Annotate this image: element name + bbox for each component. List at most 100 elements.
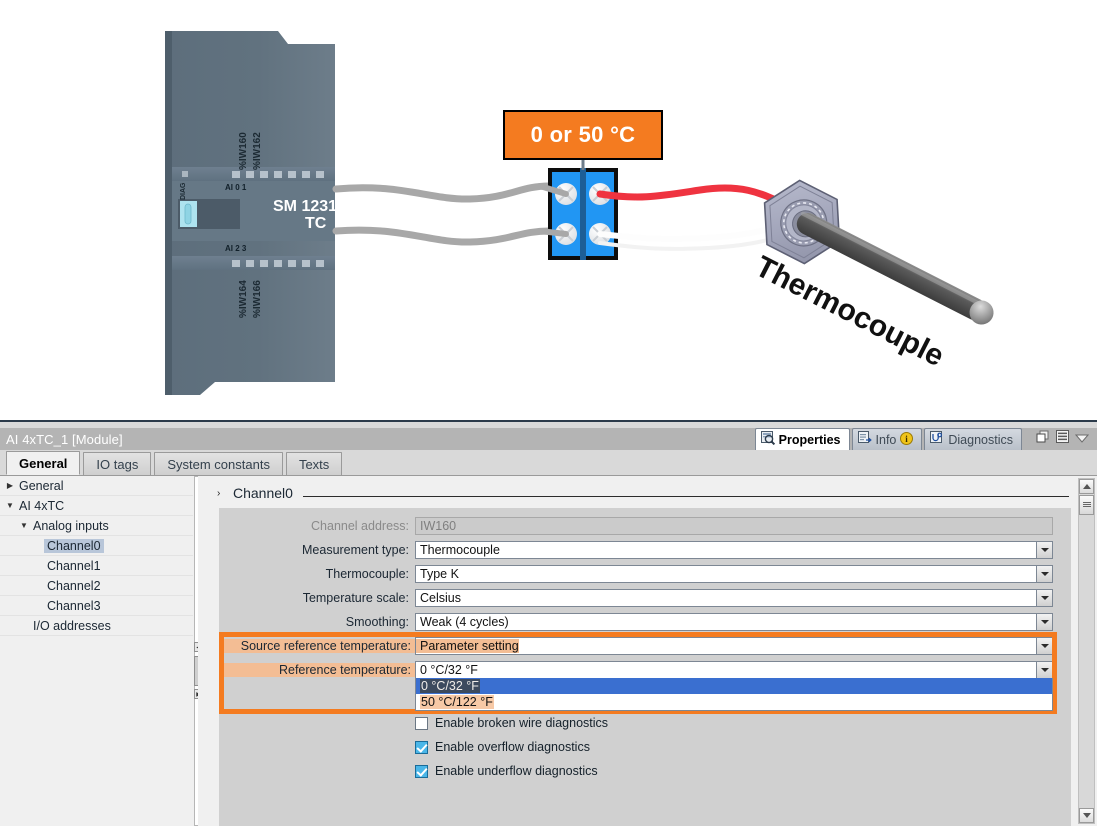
tree-item-ai-4xtc[interactable]: ▼ AI 4xTC	[0, 496, 193, 516]
reference-temperature-listbox[interactable]: 0 °C/32 °F 50 °C/122 °F	[415, 678, 1053, 711]
listbox-option-0[interactable]: 0 °C/32 °F	[416, 678, 1052, 694]
chevron-down-icon[interactable]	[1036, 638, 1052, 654]
tree-item-label: Analog inputs	[33, 518, 109, 533]
section-expander-icon[interactable]: ›	[217, 488, 233, 499]
tab-texts-label: Texts	[298, 456, 330, 472]
checkbox-broken-wire-diagnostics[interactable]: Enable broken wire diagnostics	[415, 713, 608, 733]
tree-item-channel2[interactable]: Channel2	[0, 576, 193, 596]
tree-item-channel3[interactable]: Channel3	[0, 596, 193, 616]
tree-item-channel0[interactable]: Channel0	[0, 536, 193, 556]
chevron-down-icon[interactable]	[1036, 590, 1052, 606]
tab-info-label: Info	[875, 432, 897, 447]
module-address-iw166: %IW166	[252, 280, 263, 318]
scrollbar-thumb[interactable]	[1079, 495, 1094, 515]
diagnostics-icon	[930, 431, 944, 448]
thermocouple-select[interactable]: Type K	[415, 565, 1053, 583]
tree-item-label: General	[19, 478, 64, 493]
scroll-down-icon[interactable]	[1079, 808, 1094, 823]
field-label: Smoothing:	[345, 615, 409, 629]
listbox-option-label: 0 °C/32 °F	[420, 679, 480, 693]
smoothing-select[interactable]: Weak (4 cycles)	[415, 613, 1053, 631]
tree-item-channel1[interactable]: Channel1	[0, 556, 193, 576]
tree-item-general[interactable]: ▶ General	[0, 476, 193, 496]
tab-properties-label: Properties	[778, 432, 841, 447]
temperature-callout: 0 or 50 °C	[503, 110, 663, 160]
tree-item-analog-inputs[interactable]: ▼ Analog inputs	[0, 516, 193, 536]
settings-form: Channel address: IW160 Measurement type:…	[219, 508, 1071, 826]
dock-tab-bar: Properties Info i Diagnostics	[754, 422, 1097, 450]
tab-properties[interactable]: Properties	[754, 428, 850, 450]
field-source-reference-temperature: Source reference temperature: Parameter …	[219, 636, 1057, 656]
tree-item-io-addresses[interactable]: I/O addresses	[0, 616, 193, 636]
field-smoothing: Smoothing: Weak (4 cycles)	[219, 612, 1057, 632]
checkbox-box[interactable]	[415, 764, 428, 778]
tab-diagnostics[interactable]: Diagnostics	[924, 428, 1022, 450]
tab-general-label: General	[19, 455, 68, 471]
navigation-tree: ▶ General ▼ AI 4xTC ▼ Analog inputs Chan…	[0, 476, 194, 826]
tab-system-constants[interactable]: System constants	[154, 452, 283, 475]
scroll-up-icon[interactable]	[1079, 479, 1094, 494]
temperature-scale-select[interactable]: Celsius	[415, 589, 1053, 607]
checkbox-box[interactable]	[415, 740, 428, 754]
section-title: Channel0	[233, 485, 293, 501]
checkbox-box[interactable]	[415, 716, 428, 730]
chevron-down-icon[interactable]	[1036, 662, 1052, 678]
module-address-iw162: %IW162	[252, 132, 263, 170]
field-value: Weak (4 cycles)	[420, 615, 509, 629]
tree-item-label: AI 4xTC	[19, 498, 65, 513]
section-rule	[302, 495, 1069, 497]
expander-icon[interactable]: ▼	[18, 521, 30, 530]
module-name-label: SM 1231	[273, 198, 338, 215]
measurement-type-select[interactable]: Thermocouple	[415, 541, 1053, 559]
listbox-option-label: 50 °C/122 °F	[420, 695, 494, 709]
module-subtitle-label: TC	[305, 215, 327, 232]
chevron-down-icon[interactable]	[1036, 566, 1052, 582]
tab-info[interactable]: Info i	[851, 428, 923, 450]
field-label: Thermocouple:	[325, 567, 409, 581]
listbox-option-1[interactable]: 50 °C/122 °F	[416, 694, 1052, 710]
panel-body: ▶ General ▼ AI 4xTC ▼ Analog inputs Chan…	[0, 476, 1097, 826]
checkbox-overflow-diagnostics[interactable]: Enable overflow diagnostics	[415, 737, 590, 757]
expander-icon[interactable]: ▼	[4, 501, 16, 510]
module-diag-label: DIAG	[180, 182, 187, 201]
field-temperature-scale: Temperature scale: Celsius	[219, 588, 1057, 608]
field-thermocouple: Thermocouple: Type K	[219, 564, 1057, 584]
field-value: Thermocouple	[420, 543, 500, 557]
page-title: AI 4xTC_1 [Module]	[6, 431, 123, 447]
field-value: 0 °C/32 °F	[420, 663, 478, 677]
tab-general[interactable]: General	[6, 451, 81, 475]
checkbox-label: Enable underflow diagnostics	[435, 764, 598, 778]
checkbox-underflow-diagnostics[interactable]: Enable underflow diagnostics	[415, 761, 598, 781]
restore-icon[interactable]	[1036, 430, 1050, 449]
module-ai-top-label: AI 0 1	[225, 183, 247, 192]
content-scrollbar[interactable]	[1078, 478, 1095, 824]
field-value: IW160	[420, 519, 457, 533]
field-label: Reference temperature:	[219, 663, 415, 677]
expander-icon[interactable]: ▶	[4, 481, 16, 490]
field-measurement-type: Measurement type: Thermocouple	[219, 540, 1057, 560]
module-address-iw160: %IW160	[238, 132, 249, 170]
list-icon[interactable]	[1056, 430, 1069, 448]
info-icon	[857, 431, 872, 448]
tree-item-label: Channel0	[44, 538, 104, 553]
chevron-down-icon[interactable]	[1036, 614, 1052, 630]
tab-io-tags[interactable]: IO tags	[83, 452, 152, 475]
properties-panel: AI 4xTC_1 [Module] Properties Info i Dia…	[0, 420, 1097, 826]
chevron-down-icon[interactable]	[1036, 542, 1052, 558]
properties-icon	[760, 431, 775, 448]
source-reference-temperature-select[interactable]: Parameter setting	[415, 637, 1053, 655]
tab-diagnostics-label: Diagnostics	[948, 432, 1013, 447]
tab-system-constants-label: System constants	[167, 456, 270, 472]
field-channel-address: Channel address: IW160	[219, 516, 1057, 536]
reference-temperature-select[interactable]: 0 °C/32 °F	[415, 661, 1053, 679]
field-value: Parameter setting	[416, 639, 519, 653]
tree-item-label: Channel3	[47, 598, 101, 613]
module-address-iw164: %IW164	[238, 280, 249, 318]
tab-texts[interactable]: Texts	[285, 452, 343, 475]
chevron-down-icon[interactable]	[1074, 430, 1090, 448]
info-badge-icon: i	[900, 431, 914, 448]
checkbox-label: Enable overflow diagnostics	[435, 740, 590, 754]
field-value: Type K	[420, 567, 459, 581]
tab-io-tags-label: IO tags	[96, 456, 139, 472]
settings-content: › Channel0 Channel address: IW160 Measur…	[205, 476, 1097, 826]
